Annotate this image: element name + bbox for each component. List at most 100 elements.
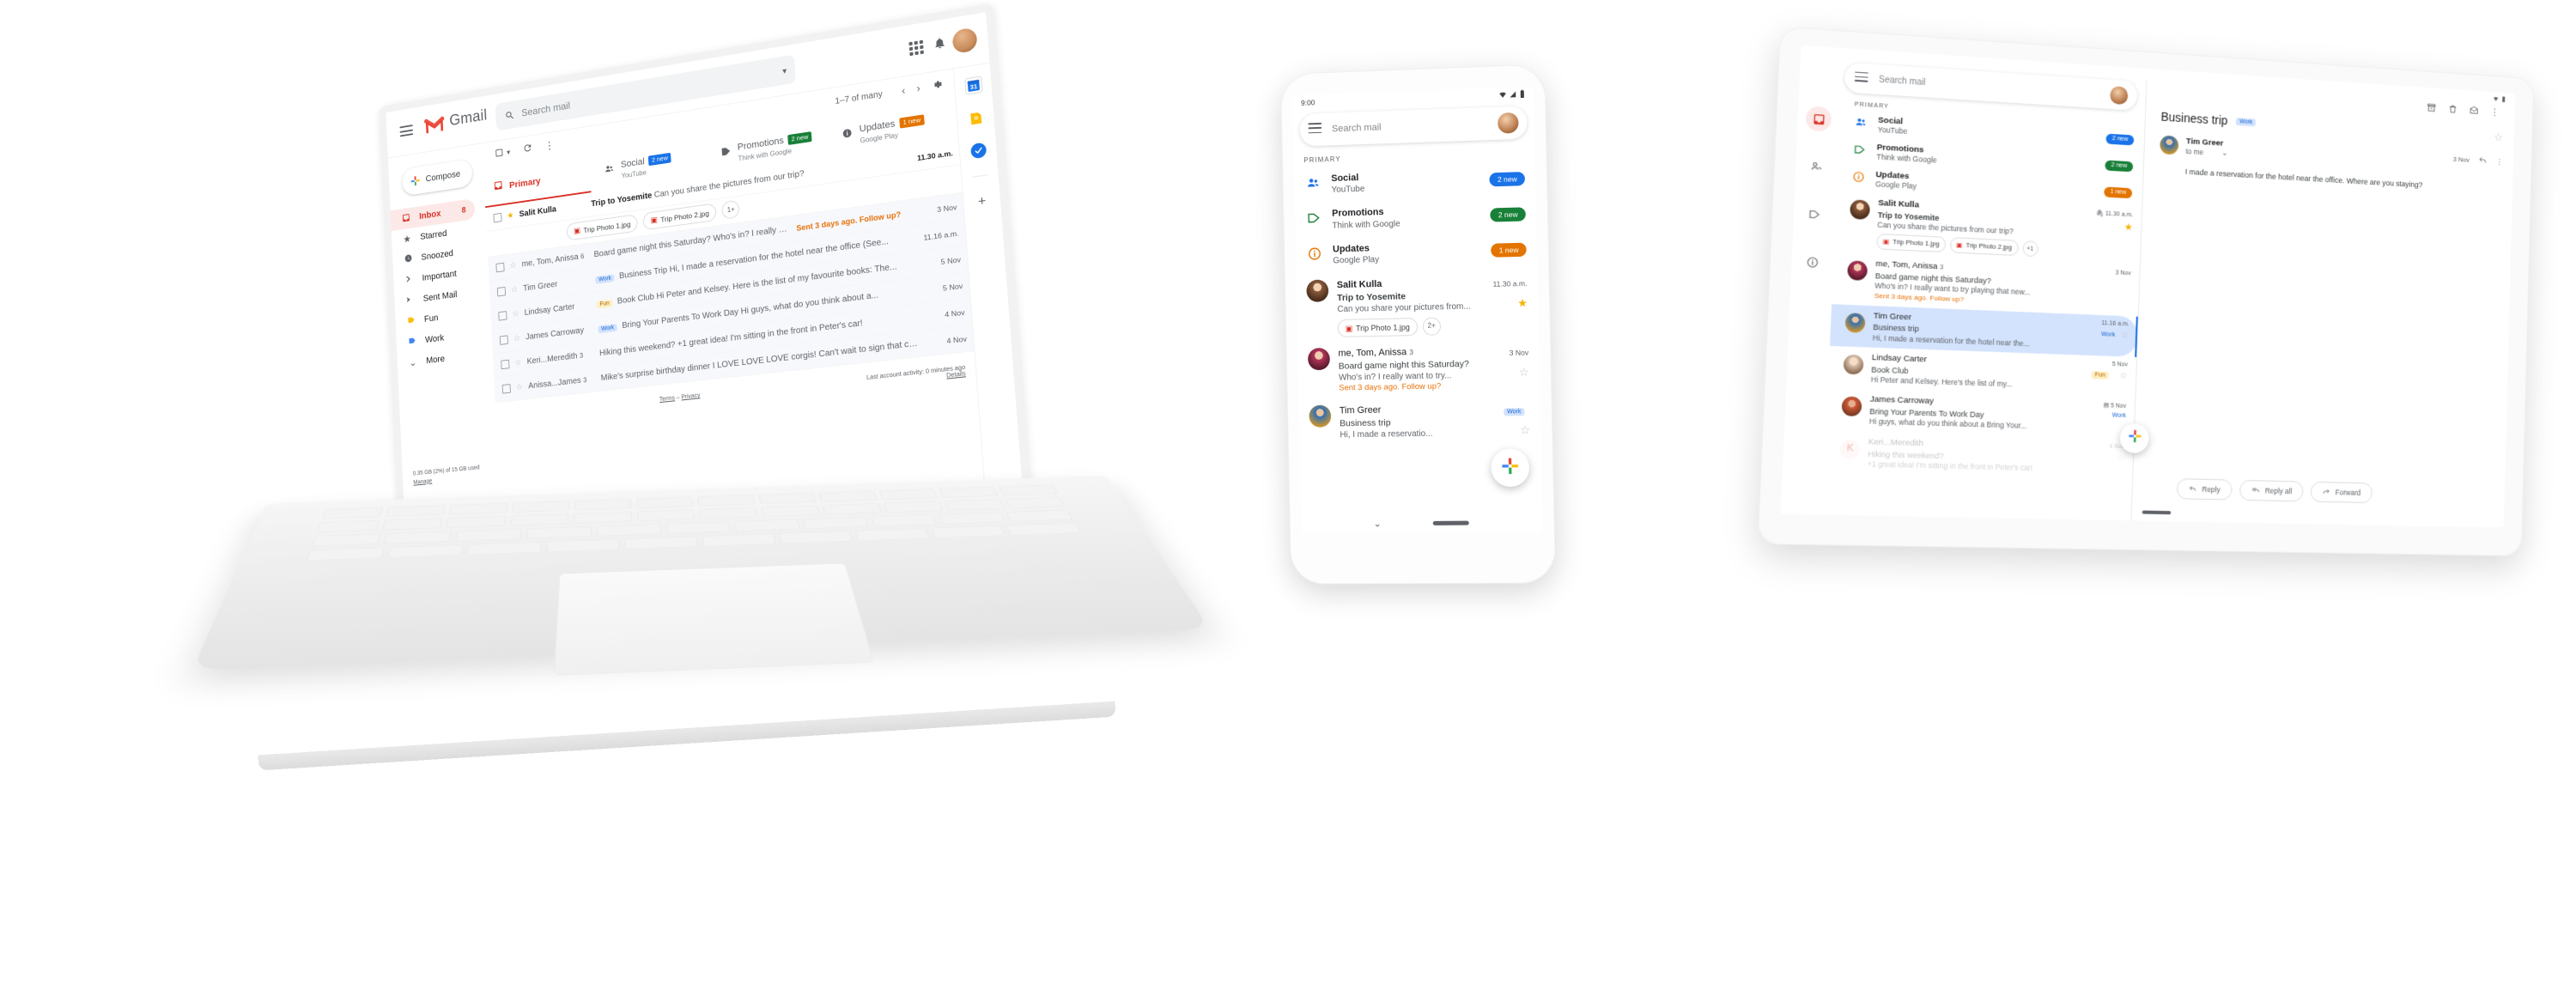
reply-button[interactable]: Reply — [2176, 478, 2233, 501]
trash-icon[interactable] — [2448, 104, 2458, 117]
more-vertical-icon[interactable]: ⋮ — [2496, 157, 2502, 165]
chevron-down-icon[interactable]: ⌄ — [2221, 149, 2227, 158]
attachment-chip[interactable]: ▣ Trip Photo 1.jpg — [1337, 318, 1418, 337]
apps-grid-icon[interactable] — [908, 39, 924, 57]
attachment-more-chip[interactable]: +1 — [2021, 240, 2038, 258]
compose-button[interactable]: Compose — [401, 158, 473, 197]
label-chip[interactable]: Work — [598, 324, 618, 334]
reply-all-button[interactable]: Reply all — [2239, 479, 2304, 502]
list-item[interactable]: Tim Greer Business trip Hi, I made a res… — [1298, 395, 1540, 445]
sender-name: Keri...Meredith 3 — [526, 349, 594, 367]
avatar[interactable] — [1498, 112, 1519, 134]
avatar[interactable] — [951, 27, 978, 55]
manage-storage-link[interactable]: Manage — [413, 478, 432, 486]
label-chip[interactable]: Work — [1503, 408, 1525, 416]
rail-item-inbox[interactable] — [1805, 106, 1832, 132]
chevron-left-icon[interactable]: ‹ — [902, 84, 906, 98]
laptop-base-front-edge — [258, 701, 1116, 771]
star-icon[interactable]: ★ — [1485, 296, 1528, 311]
label-chip[interactable]: Fun — [2091, 371, 2109, 380]
image-file-icon: ▣ — [1345, 324, 1353, 333]
rail-item-promotions[interactable] — [1801, 202, 1828, 228]
google-tasks-icon[interactable] — [969, 142, 987, 160]
storage-info: 0.35 GB (2%) of 15 GB used Manage — [413, 464, 481, 487]
attachment-chip[interactable]: ▣ Trip Photo 2.jpg — [1949, 237, 2019, 257]
archive-icon[interactable] — [2427, 102, 2436, 115]
details-link[interactable]: Details — [946, 371, 966, 380]
attachment-more-chip[interactable]: 1+ — [721, 199, 740, 220]
star-outline-icon[interactable]: ☆ — [516, 383, 524, 392]
inbox-unread-count: 8 — [461, 205, 466, 216]
chevron-down-icon[interactable]: ⌄ — [1373, 518, 1381, 529]
more-vertical-icon[interactable]: ⋮ — [544, 138, 555, 153]
avatar — [1847, 260, 1868, 282]
row-checkbox[interactable] — [499, 335, 509, 345]
label-chip[interactable]: Work — [2112, 413, 2126, 420]
google-calendar-icon[interactable]: 31 — [963, 76, 983, 95]
bundle-badge: 2 new — [2105, 160, 2134, 172]
home-indicator[interactable] — [2142, 510, 2172, 515]
select-all-checkbox-icon[interactable] — [495, 147, 504, 161]
star-outline-icon[interactable]: ☆ — [2494, 131, 2503, 144]
bundle-updates[interactable]: Updates Google Play 1 new — [1296, 232, 1538, 274]
star-icon[interactable]: ★ — [2124, 222, 2133, 233]
star-outline-icon[interactable]: ☆ — [1488, 423, 1530, 438]
compose-fab-button[interactable] — [1491, 448, 1530, 488]
home-indicator[interactable] — [1432, 520, 1469, 525]
bundle-badge: 1 new — [2104, 186, 2133, 198]
more-vertical-icon[interactable]: ⋮ — [2490, 106, 2499, 119]
terms-link[interactable]: Terms — [659, 395, 675, 403]
wifi-icon — [1498, 91, 1506, 100]
bundle-badge: 2 new — [1489, 171, 1526, 187]
star-outline-icon[interactable]: ☆ — [1487, 366, 1529, 380]
label-chip[interactable]: Work — [595, 274, 615, 284]
list-item[interactable]: Salit Kulla Trip to Yosemite Can you sha… — [1296, 267, 1539, 341]
send-icon — [404, 295, 416, 307]
row-checkbox[interactable] — [501, 359, 510, 370]
label-chip[interactable]: Work — [2235, 117, 2257, 126]
star-outline-icon[interactable]: ☆ — [512, 309, 519, 319]
search-options-icon[interactable]: ▾ — [782, 67, 787, 76]
chevron-right-icon[interactable]: › — [916, 82, 920, 95]
row-checkbox[interactable] — [495, 262, 505, 273]
row-checkbox[interactable] — [496, 286, 507, 297]
hamburger-menu-icon[interactable] — [1308, 123, 1322, 137]
avatar[interactable] — [2110, 85, 2129, 105]
mark-unread-icon[interactable] — [2470, 106, 2479, 118]
label-chip[interactable]: Fun — [596, 299, 613, 309]
bell-icon[interactable] — [933, 35, 947, 54]
star-outline-icon[interactable]: ☆ — [509, 261, 516, 270]
plus-icon[interactable]: + — [977, 193, 987, 210]
attachment-more-chip[interactable]: 2+ — [1422, 317, 1441, 336]
rail-item-updates[interactable] — [1799, 249, 1826, 275]
star-outline-icon[interactable]: ☆ — [511, 285, 519, 295]
attachment-chip[interactable]: ▣ Trip Photo 1.jpg — [1876, 234, 1947, 253]
recipient-label: to me — [2185, 146, 2204, 156]
star-outline-icon[interactable]: ☆ — [513, 334, 521, 343]
rail-item-social[interactable] — [1803, 154, 1830, 179]
chevron-down-icon[interactable]: ▾ — [507, 148, 511, 157]
refresh-icon[interactable] — [522, 142, 532, 156]
forward-icon — [2322, 487, 2330, 497]
reply-icon[interactable] — [2478, 155, 2488, 167]
star-outline-icon[interactable]: ☆ — [2119, 371, 2127, 380]
sender-name: Anissa...James 3 — [528, 374, 596, 391]
list-item[interactable]: K Keri...Meredith Hiking this weekend? +… — [1825, 430, 2134, 480]
forward-button[interactable]: Forward — [2310, 481, 2372, 504]
star-outline-icon[interactable]: ☆ — [2117, 453, 2124, 463]
subject: Mike's surprise birthday dinner — [600, 361, 711, 384]
label-chip[interactable]: Work — [2101, 331, 2115, 338]
row-checkbox[interactable] — [501, 384, 511, 394]
star-icon[interactable]: ★ — [507, 211, 513, 221]
row-checkbox[interactable] — [498, 311, 507, 321]
star-outline-icon[interactable]: ☆ — [2121, 331, 2129, 340]
list-item[interactable]: me, Tom, Anissa 3 Board game night this … — [1297, 337, 1540, 398]
google-keep-icon[interactable] — [968, 110, 984, 127]
footer-separator: – — [676, 394, 680, 402]
hamburger-menu-icon[interactable] — [399, 124, 414, 137]
row-checkbox[interactable] — [493, 212, 502, 223]
star-outline-icon[interactable]: ☆ — [514, 358, 522, 367]
gear-icon[interactable] — [931, 78, 943, 93]
privacy-link[interactable]: Privacy — [681, 392, 700, 400]
hamburger-menu-icon[interactable] — [1854, 71, 1868, 85]
